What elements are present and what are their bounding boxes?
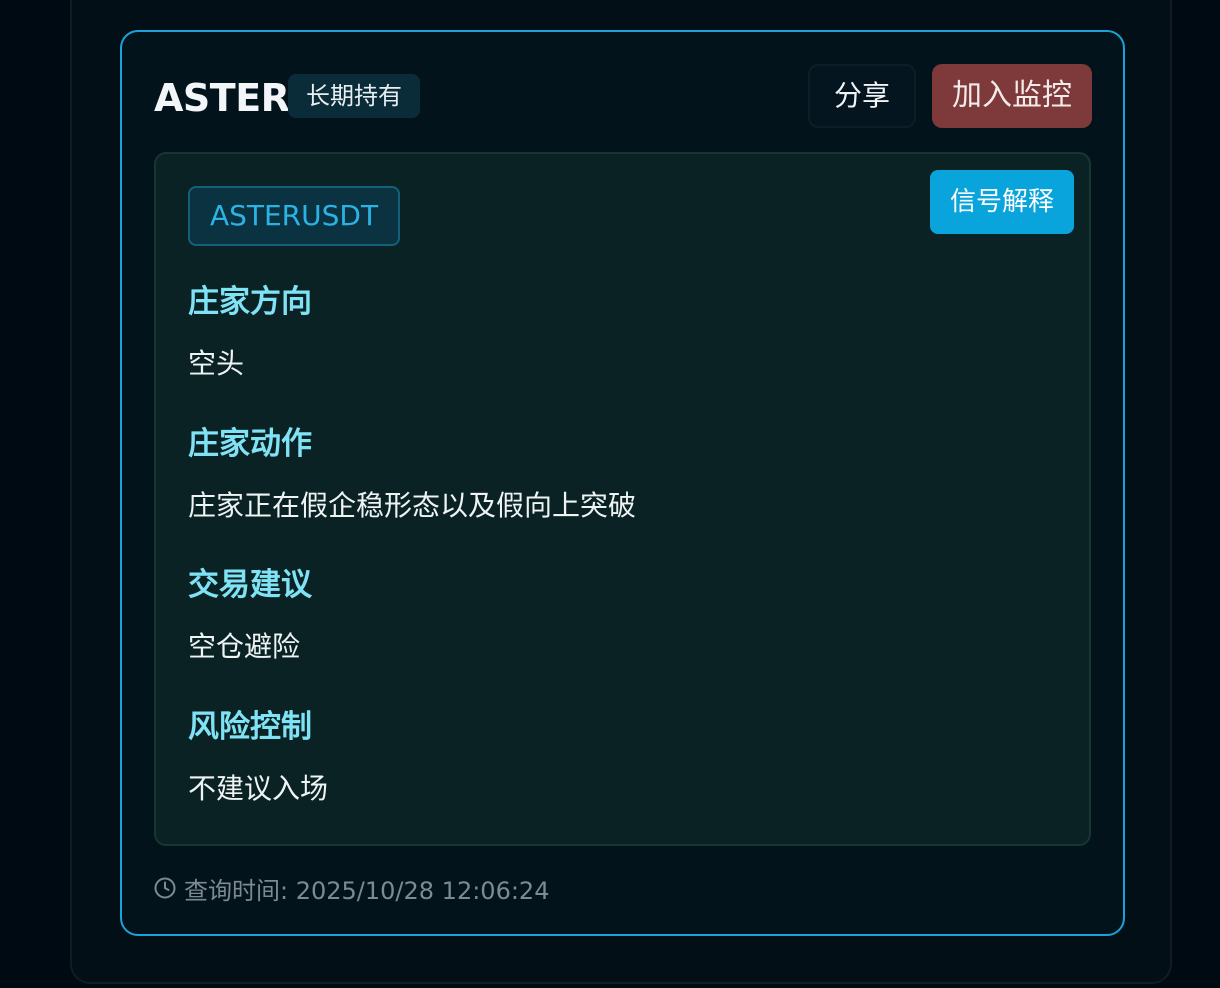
section-heading: 风险控制 xyxy=(188,709,312,745)
section-heading: 庄家动作 xyxy=(188,426,312,462)
add-monitor-button[interactable]: 加入监控 xyxy=(932,64,1092,128)
section-advice: 交易建议 空仓避险 xyxy=(188,565,312,667)
query-time-footer: 查询时间: 2025/10/28 12:06:24 xyxy=(154,870,549,906)
query-time-text: 查询时间: 2025/10/28 12:06:24 xyxy=(184,876,550,905)
share-button[interactable]: 分享 xyxy=(808,64,916,128)
section-value: 空头 xyxy=(188,347,245,380)
section-value: 不建议入场 xyxy=(188,772,329,805)
signal-card: ASTER 长期持有 分享 加入监控 ASTERUSDT 信号解释 庄家方向 空… xyxy=(120,30,1125,936)
section-heading: 庄家方向 xyxy=(188,284,312,320)
signal-explain-button[interactable]: 信号解释 xyxy=(930,170,1074,234)
signal-detail-panel: ASTERUSDT 信号解释 庄家方向 空头 庄家动作 庄家正在假企稳形态以及假… xyxy=(154,152,1091,846)
symbol-title: ASTER xyxy=(154,76,290,120)
section-risk: 风险控制 不建议入场 xyxy=(188,707,328,809)
section-heading: 交易建议 xyxy=(188,567,312,603)
section-direction: 庄家方向 空头 xyxy=(188,282,312,384)
section-action: 庄家动作 庄家正在假企稳形态以及假向上突破 xyxy=(188,424,636,526)
holding-badge: 长期持有 xyxy=(288,74,420,118)
section-value: 空仓避险 xyxy=(188,630,301,663)
clock-icon xyxy=(154,877,176,899)
section-value: 庄家正在假企稳形态以及假向上突破 xyxy=(188,489,637,522)
trading-pair-tag[interactable]: ASTERUSDT xyxy=(188,186,400,246)
